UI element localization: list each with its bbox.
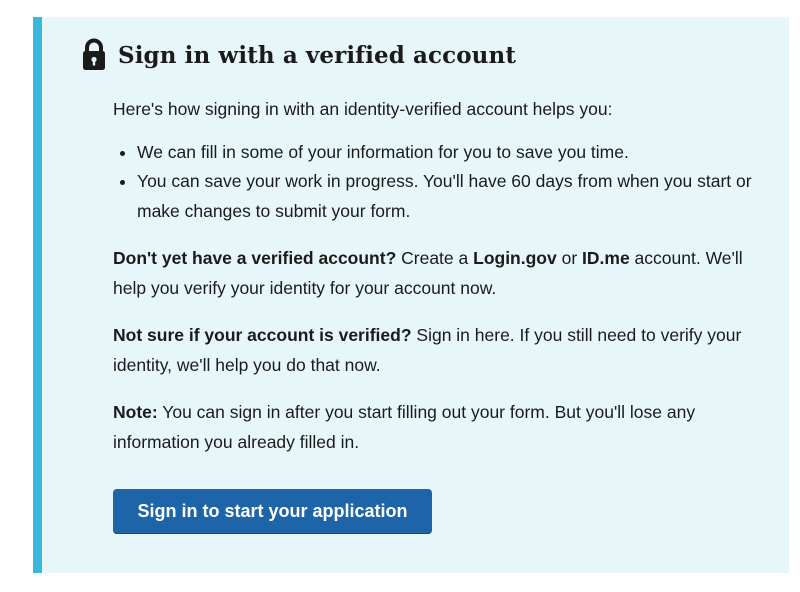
no-account-text-1: Create a: [396, 248, 474, 268]
list-item: We can fill in some of your information …: [137, 138, 773, 168]
alert-heading-row: Sign in with a verified account: [80, 35, 516, 75]
alert-heading: Sign in with a verified account: [118, 41, 517, 69]
no-account-lead: Don't yet have a verified account?: [113, 248, 397, 268]
sign-in-button[interactable]: Sign in to start your application: [113, 489, 432, 534]
lock-icon: [80, 38, 108, 72]
list-item: You can save your work in progress. You'…: [137, 167, 773, 226]
not-sure-lead: Not sure if your account is verified?: [113, 325, 412, 345]
note-lead: Note:: [113, 402, 158, 422]
no-account-paragraph: Don't yet have a verified account? Creat…: [113, 244, 773, 303]
note-paragraph: Note: You can sign in after you start fi…: [113, 398, 773, 457]
login-gov-label: Login.gov: [473, 248, 557, 268]
id-me-label: ID.me: [582, 248, 630, 268]
sign-in-alert: Sign in with a verified account Here's h…: [33, 17, 789, 573]
not-sure-paragraph: Not sure if your account is verified? Si…: [113, 321, 773, 380]
intro-text: Here's how signing in with an identity-v…: [113, 99, 613, 119]
no-account-text-2: or: [556, 248, 583, 268]
note-text: You can sign in after you start filling …: [113, 402, 696, 452]
alert-body: Here's how signing in with an identity-v…: [113, 95, 773, 475]
benefits-list: We can fill in some of your information …: [113, 138, 773, 227]
